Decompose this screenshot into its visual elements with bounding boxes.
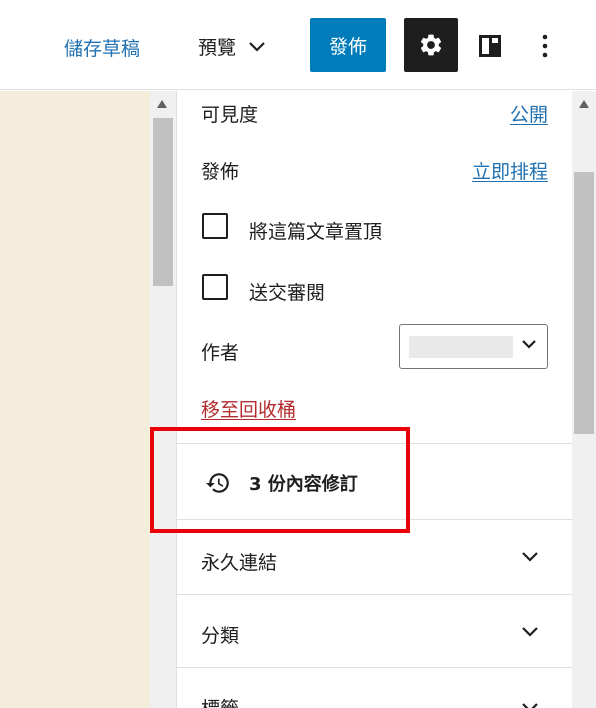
more-vertical-icon [542, 34, 548, 58]
chevron-down-icon [249, 41, 265, 52]
author-select[interactable] [399, 324, 548, 369]
chevron-down-icon [522, 340, 536, 349]
author-label: 作者 [201, 342, 240, 364]
panel-title: 分類 [201, 625, 240, 647]
preview-label: 預覽 [198, 37, 237, 59]
pending-review-label: 送交審閱 [249, 282, 326, 304]
visibility-toggle[interactable]: 公開 [510, 100, 548, 127]
more-options-button[interactable] [532, 30, 558, 62]
panel-tags[interactable]: 標籤 [177, 668, 572, 708]
editor-header: 儲存草稿 預覽 發佈 [0, 0, 596, 90]
move-to-trash-link[interactable]: 移至回收桶 [201, 395, 296, 422]
sticky-label: 將這篇文章置頂 [249, 221, 383, 243]
visibility-label: 可見度 [201, 104, 259, 126]
history-icon [206, 473, 229, 493]
editor-scroll-up-icon[interactable] [157, 100, 167, 108]
sidebar-scroll-thumb[interactable] [574, 172, 594, 434]
panel-title: 永久連結 [201, 552, 278, 574]
revisions-label: 3 份內容修訂 [249, 474, 358, 495]
publish-button[interactable]: 發佈 [310, 18, 386, 72]
settings-sidebar: 可見度 公開 發佈 立即排程 將這篇文章置頂 送交審閱 作者 移至回收桶 3 份… [176, 91, 572, 708]
chevron-down-icon [522, 627, 538, 637]
chevron-down-icon [522, 552, 538, 562]
save-draft-button[interactable]: 儲存草稿 [64, 34, 140, 61]
chevron-down-icon [522, 703, 538, 708]
sticky-checkbox[interactable] [202, 213, 228, 239]
panel-title: 標籤 [201, 694, 239, 708]
layout-icon [479, 35, 501, 57]
sidebar-scroll-up-icon[interactable] [579, 100, 589, 108]
revisions-button[interactable]: 3 份內容修訂 [177, 444, 572, 519]
gear-icon [420, 34, 442, 56]
preview-button[interactable]: 預覽 [198, 33, 266, 60]
author-select-value [409, 336, 513, 358]
editor-canvas[interactable] [0, 91, 150, 708]
publish-schedule-toggle[interactable]: 立即排程 [472, 157, 548, 184]
panel-categories[interactable]: 分類 [177, 595, 572, 667]
pending-review-checkbox[interactable] [202, 274, 228, 300]
settings-button[interactable] [404, 18, 458, 72]
publish-label: 發佈 [201, 161, 240, 183]
block-inserter-layout-button[interactable] [474, 30, 506, 62]
editor-scroll-thumb[interactable] [153, 118, 173, 286]
panel-permalink[interactable]: 永久連結 [177, 520, 572, 592]
